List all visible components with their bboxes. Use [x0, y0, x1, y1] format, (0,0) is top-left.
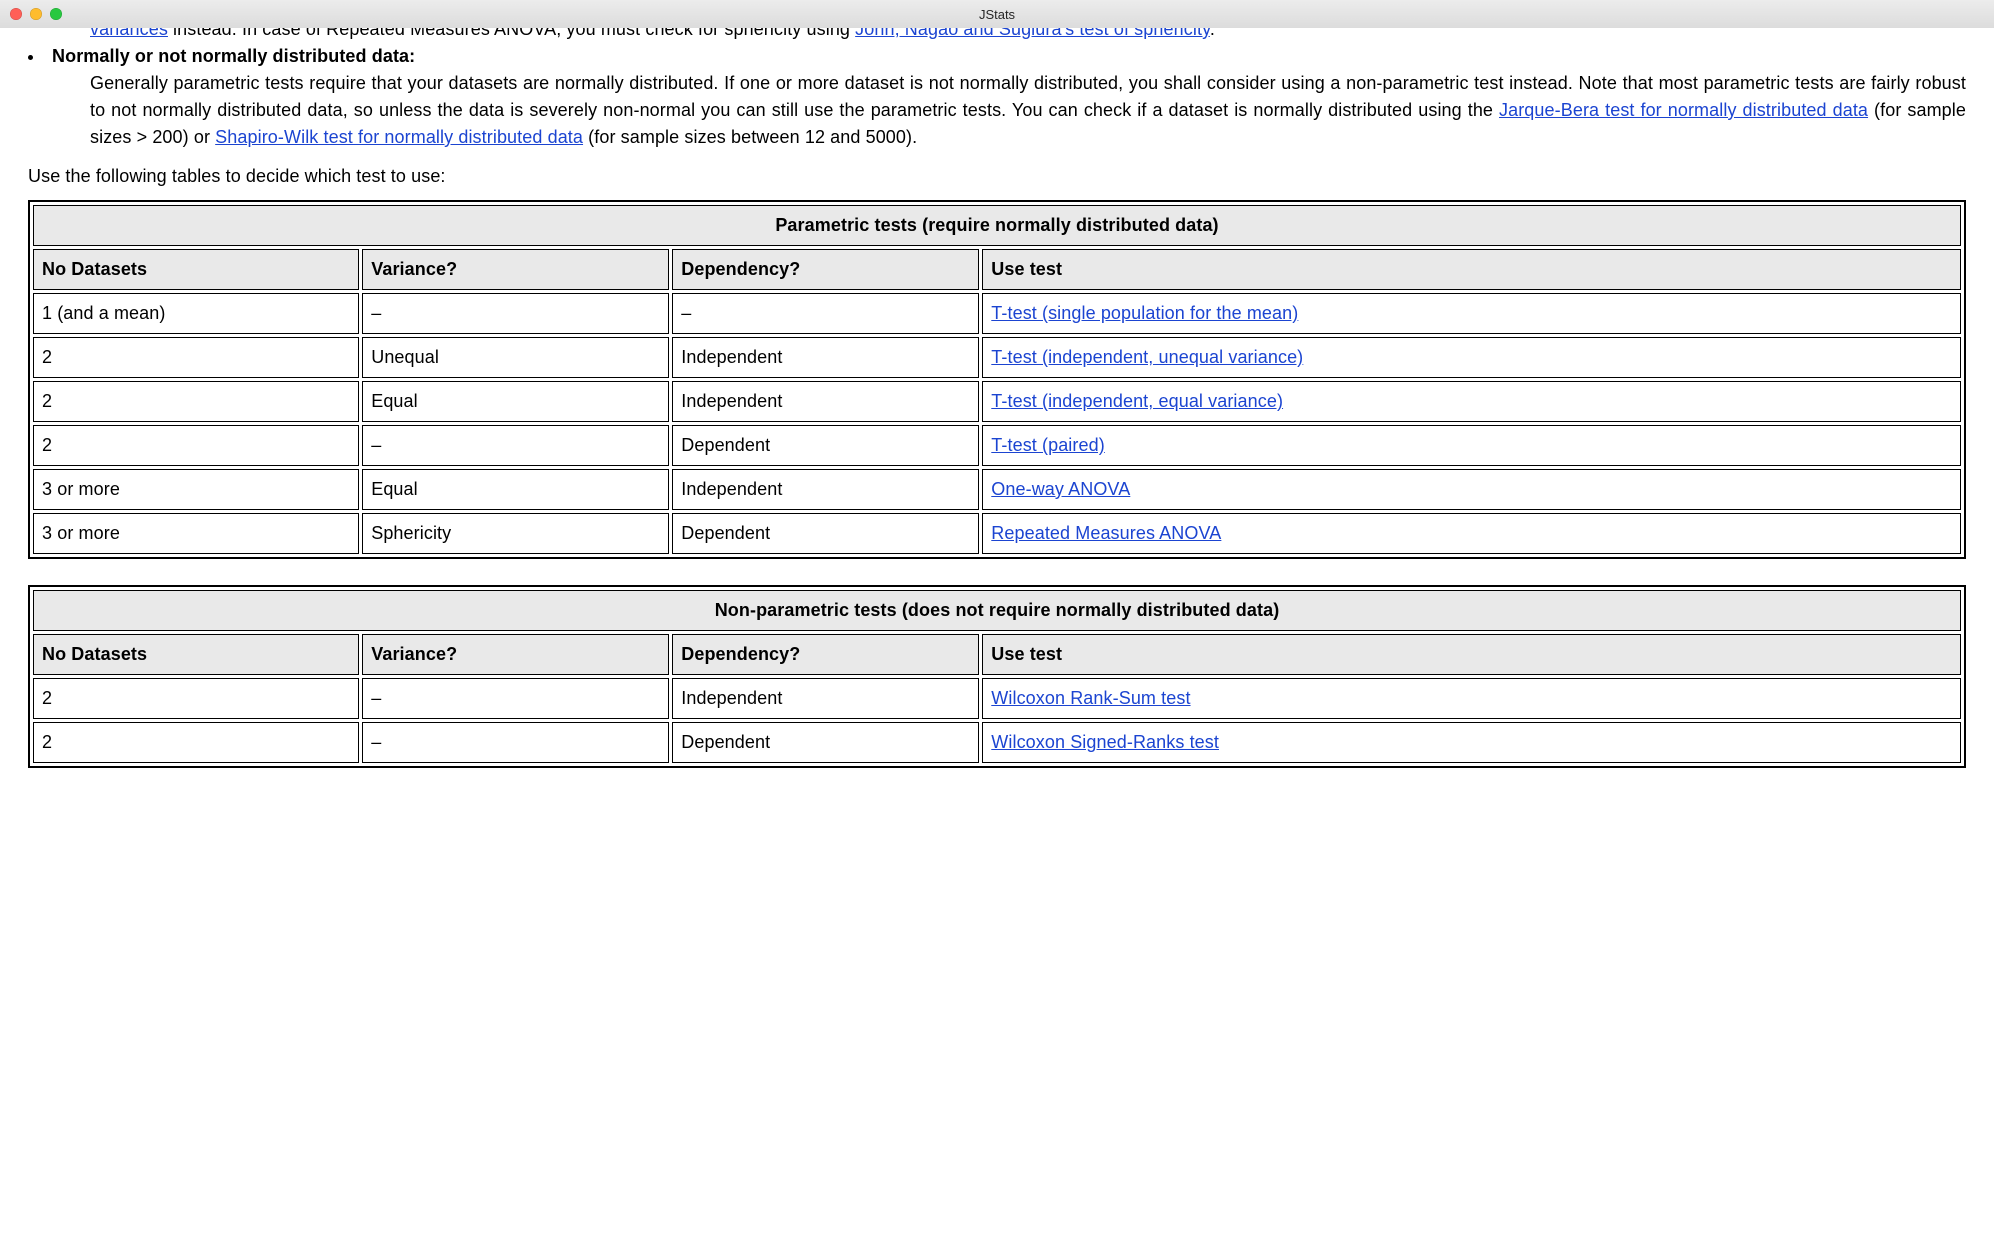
parametric-tests-table: Parametric tests (require normally distr…	[28, 200, 1966, 559]
table-cell: –	[362, 678, 669, 719]
col-header-dependency: Dependency?	[672, 634, 979, 675]
table-row: 3 or moreSphericityDependent Repeated Mea…	[33, 513, 1961, 554]
nonparametric-table-caption: Non-parametric tests (does not require n…	[33, 590, 1961, 631]
table-cell: Dependent	[672, 513, 979, 554]
table-cell: –	[362, 293, 669, 334]
table-row: 2–Independent Wilcoxon Rank-Sum test	[33, 678, 1961, 719]
test-link[interactable]: T-test (single population for the mean)	[991, 303, 1298, 323]
table-cell: 2	[33, 722, 359, 763]
bullet-normal-data: Normally or not normally distributed dat…	[28, 43, 1966, 151]
table-cell: Equal	[362, 469, 669, 510]
table-row: 2EqualIndependent T-test (independent, eq…	[33, 381, 1961, 422]
test-link[interactable]: T-test (independent, equal variance)	[991, 391, 1283, 411]
variances-link[interactable]: variances	[90, 28, 168, 39]
test-link[interactable]: Wilcoxon Rank-Sum test	[991, 688, 1190, 708]
table-cell: 2	[33, 337, 359, 378]
parametric-table-caption: Parametric tests (require normally distr…	[33, 205, 1961, 246]
col-header-usetest: Use test	[982, 249, 1961, 290]
table-cell: Dependent	[672, 722, 979, 763]
table-cell: –	[672, 293, 979, 334]
content-scroll-area[interactable]: variances instead. In case of Repeated M…	[0, 28, 1994, 1234]
text-fragment: instead. In case of Repeated Measures AN…	[168, 28, 855, 39]
bullet-heading: Normally or not normally distributed dat…	[52, 46, 415, 66]
text-fragment: .	[1210, 28, 1215, 39]
table-row: 2UnequalIndependent T-test (independent, …	[33, 337, 1961, 378]
table-row: 2–Dependent T-test (paired)	[33, 425, 1961, 466]
table-row: 2–Dependent Wilcoxon Signed-Ranks test	[33, 722, 1961, 763]
table-cell: Equal	[362, 381, 669, 422]
table-cell: Independent	[672, 381, 979, 422]
window-titlebar: JStats	[0, 0, 1994, 29]
table-cell: Independent	[672, 678, 979, 719]
test-link[interactable]: T-test (independent, unequal variance)	[991, 347, 1303, 367]
table-row: 3 or moreEqualIndependent One-way ANOVA	[33, 469, 1961, 510]
table-cell: Repeated Measures ANOVA	[982, 513, 1961, 554]
table-cell: 1 (and a mean)	[33, 293, 359, 334]
table-cell: 2	[33, 425, 359, 466]
zoom-window-button[interactable]	[50, 8, 62, 20]
test-link[interactable]: T-test (paired)	[991, 435, 1105, 455]
table-cell: Unequal	[362, 337, 669, 378]
shapiro-wilk-link[interactable]: Shapiro-Wilk test for normally distribut…	[215, 127, 583, 147]
test-link[interactable]: Wilcoxon Signed-Ranks test	[991, 732, 1219, 752]
close-window-button[interactable]	[10, 8, 22, 20]
col-header-usetest: Use test	[982, 634, 1961, 675]
table-cell: Sphericity	[362, 513, 669, 554]
table-cell: Wilcoxon Signed-Ranks test	[982, 722, 1961, 763]
table-cell: Dependent	[672, 425, 979, 466]
table-cell: Independent	[672, 337, 979, 378]
col-header-datasets: No Datasets	[33, 249, 359, 290]
intro-para: Use the following tables to decide which…	[28, 163, 1966, 190]
nonparametric-tests-table: Non-parametric tests (does not require n…	[28, 585, 1966, 768]
col-header-datasets: No Datasets	[33, 634, 359, 675]
col-header-variance: Variance?	[362, 249, 669, 290]
table-cell: T-test (single population for the mean)	[982, 293, 1961, 334]
col-header-dependency: Dependency?	[672, 249, 979, 290]
table-cell: One-way ANOVA	[982, 469, 1961, 510]
table-cell: Independent	[672, 469, 979, 510]
jarque-bera-link[interactable]: Jarque-Bera test for normally distribute…	[1499, 100, 1868, 120]
table-cell: 3 or more	[33, 513, 359, 554]
col-header-variance: Variance?	[362, 634, 669, 675]
sphericity-test-link[interactable]: John, Nagao and Sugiura's test of spheri…	[855, 28, 1210, 39]
window-controls	[0, 8, 62, 20]
table-cell: T-test (independent, unequal variance)	[982, 337, 1961, 378]
table-cell: T-test (independent, equal variance)	[982, 381, 1961, 422]
table-cell: –	[362, 425, 669, 466]
table-cell: T-test (paired)	[982, 425, 1961, 466]
test-link[interactable]: Repeated Measures ANOVA	[991, 523, 1221, 543]
table-cell: Wilcoxon Rank-Sum test	[982, 678, 1961, 719]
table-cell: 2	[33, 678, 359, 719]
table-cell: –	[362, 722, 669, 763]
table-cell: 2	[33, 381, 359, 422]
table-cell: 3 or more	[33, 469, 359, 510]
test-link[interactable]: One-way ANOVA	[991, 479, 1130, 499]
window-title: JStats	[0, 7, 1994, 22]
table-row: 1 (and a mean)––T-test (single populatio…	[33, 293, 1961, 334]
minimize-window-button[interactable]	[30, 8, 42, 20]
bullet-text-post: (for sample sizes between 12 and 5000).	[588, 127, 917, 147]
previous-bullet-tail: variances instead. In case of Repeated M…	[90, 28, 1966, 43]
